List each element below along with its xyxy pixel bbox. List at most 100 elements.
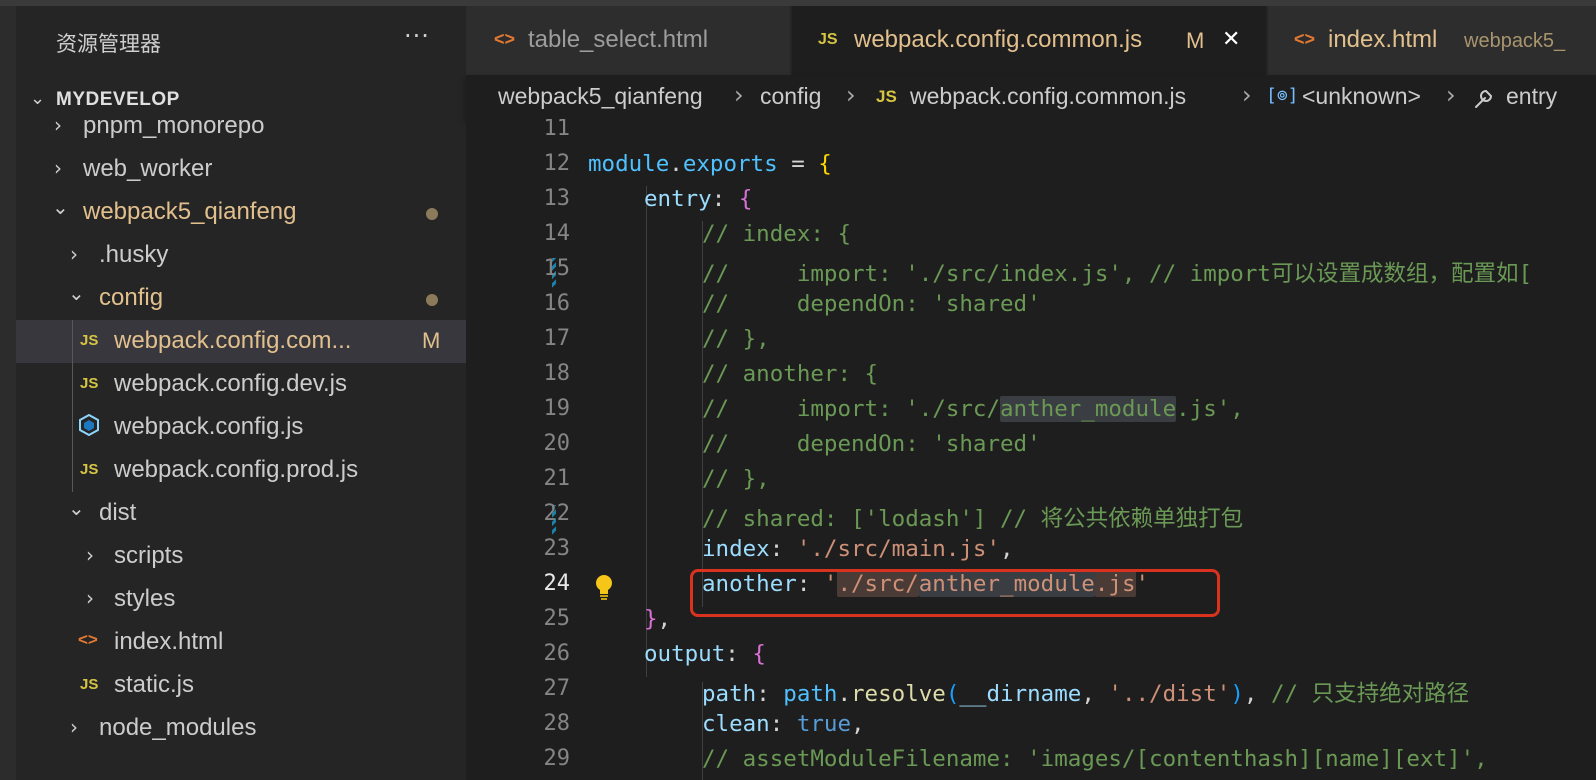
tree-file-static-js[interactable]: JS static.js xyxy=(16,664,466,707)
tree-folder-web-worker[interactable]: › web_worker xyxy=(16,148,466,191)
tab-label: webpack.config.common.js xyxy=(854,26,1143,53)
line-number: 16 xyxy=(543,291,571,316)
tab-webpack-config-common[interactable]: JS webpack.config.common.js M ✕ xyxy=(792,6,1266,75)
line-number: 25 xyxy=(543,606,571,631)
indent-guide xyxy=(72,320,73,492)
workspace-title: MYDEVELOP xyxy=(56,89,180,110)
code-comment: // import: './src/index.js', // import可以… xyxy=(702,261,1532,287)
line-number: 13 xyxy=(543,186,571,211)
code-editor[interactable]: 11 12 module.exports = { 13 entry: { 14 … xyxy=(466,119,1596,780)
line-number: 29 xyxy=(543,746,571,771)
tree-folder-dist[interactable]: ⌄ dist xyxy=(16,492,466,535)
modified-dot-icon xyxy=(426,294,438,306)
chevron-down-icon: ⌄ xyxy=(30,88,46,109)
wrench-icon xyxy=(1470,85,1496,116)
chevron-right-icon: › xyxy=(70,242,78,266)
tab-index-html[interactable]: <> index.html webpack5_ xyxy=(1268,6,1596,75)
tree-folder-husky[interactable]: › .husky xyxy=(16,234,466,277)
line-number: 20 xyxy=(543,431,571,456)
tree-file-webpack-config-common[interactable]: JS webpack.config.com... M xyxy=(16,320,466,363)
tree-label: dist xyxy=(99,499,137,526)
workspace-header[interactable]: ⌄ MYDEVELOP xyxy=(16,84,466,118)
close-icon[interactable]: ✕ xyxy=(1222,26,1240,52)
tree-folder-config[interactable]: ⌄ config xyxy=(16,277,466,320)
tab-label: index.html xyxy=(1328,26,1438,53)
line-number: 17 xyxy=(543,326,571,351)
tree-label: static.js xyxy=(114,671,195,698)
chevron-right-icon: › xyxy=(734,81,744,109)
tree-label: index.html xyxy=(114,628,224,655)
code-text: }, xyxy=(644,606,672,632)
js-file-icon: JS xyxy=(80,676,99,693)
tree-label: .husky xyxy=(99,241,169,268)
code-comment: // import: './src/anther_module.js', xyxy=(702,396,1244,422)
line-number: 27 xyxy=(543,676,571,701)
tree-file-webpack-config-prod[interactable]: JS webpack.config.prod.js xyxy=(16,449,466,492)
js-file-icon: JS xyxy=(80,461,99,478)
code-line: 17 // }, xyxy=(466,324,1596,359)
tree-label: web_worker xyxy=(83,155,213,182)
code-line: 18 // another: { xyxy=(466,359,1596,394)
tree-folder-styles[interactable]: › styles xyxy=(16,578,466,621)
breadcrumb-file[interactable]: webpack.config.common.js xyxy=(910,83,1186,110)
code-line: 12 module.exports = { xyxy=(466,149,1596,184)
code-line: 23 index: './src/main.js', xyxy=(466,534,1596,569)
js-file-icon: JS xyxy=(80,375,99,392)
line-number: 15 xyxy=(543,256,571,281)
tree-file-index-html[interactable]: <> index.html xyxy=(16,621,466,664)
code-comment: // another: { xyxy=(702,361,879,387)
js-file-icon: JS xyxy=(818,31,838,48)
code-line: 29 // assetModuleFilename: 'images/[cont… xyxy=(466,744,1596,779)
code-line: 27 path: path.resolve(__dirname, '../dis… xyxy=(466,674,1596,709)
breadcrumb-symbol[interactable]: <unknown> xyxy=(1302,83,1421,110)
tree-label: webpack.config.js xyxy=(114,413,304,440)
chevron-down-icon: ⌄ xyxy=(68,496,85,520)
line-number: 28 xyxy=(543,711,571,736)
symbol-icon: [⊚] xyxy=(1266,85,1299,106)
code-line: 14 // index: { xyxy=(466,219,1596,254)
tree-folder-partial[interactable] xyxy=(16,750,466,780)
tree-label: scripts xyxy=(114,542,184,569)
chevron-right-icon: › xyxy=(1446,81,1456,109)
line-number: 19 xyxy=(543,396,571,421)
line-number: 12 xyxy=(543,151,571,176)
chevron-right-icon: › xyxy=(846,81,856,109)
line-number: 14 xyxy=(543,221,571,246)
code-comment: // assetModuleFilename: 'images/[content… xyxy=(702,746,1488,772)
code-text: entry: { xyxy=(644,186,753,212)
chevron-right-icon: › xyxy=(86,543,94,567)
line-number: 26 xyxy=(543,641,571,666)
tree-file-webpack-config[interactable]: webpack.config.js xyxy=(16,406,466,449)
html-file-icon: <> xyxy=(1294,29,1316,49)
modified-dot-icon xyxy=(426,208,438,220)
tree-label: webpack.config.prod.js xyxy=(114,456,359,483)
line-number: 24 xyxy=(543,571,571,596)
code-line: 20 // dependOn: 'shared' xyxy=(466,429,1596,464)
code-line: 19 // import: './src/anther_module.js', xyxy=(466,394,1596,429)
line-number: 18 xyxy=(543,361,571,386)
html-file-icon: <> xyxy=(78,630,98,649)
activity-bar-edge xyxy=(0,6,16,780)
code-line: 16 // dependOn: 'shared' xyxy=(466,289,1596,324)
code-text: index: './src/main.js', xyxy=(702,536,1014,562)
modified-badge: M xyxy=(422,328,441,353)
code-text: module.exports = { xyxy=(588,151,832,177)
breadcrumb-root[interactable]: webpack5_qianfeng xyxy=(498,83,703,110)
tree-folder-scripts[interactable]: › scripts xyxy=(16,535,466,578)
line-number: 11 xyxy=(543,119,571,141)
breadcrumb-entry[interactable]: entry xyxy=(1506,83,1557,110)
more-actions-icon[interactable]: ··· xyxy=(404,22,430,50)
breadcrumb: webpack5_qianfeng › config › JS webpack.… xyxy=(466,75,1596,119)
chevron-right-icon: › xyxy=(1242,81,1252,109)
breadcrumb-folder[interactable]: config xyxy=(760,83,821,110)
tree-folder-node-modules[interactable]: › node_modules xyxy=(16,707,466,750)
tree-folder-webpack5-qianfeng[interactable]: ⌄ webpack5_qianfeng xyxy=(16,191,466,234)
tree-file-webpack-config-dev[interactable]: JS webpack.config.dev.js xyxy=(16,363,466,406)
code-comment: // index: { xyxy=(702,221,852,247)
code-line: 11 xyxy=(466,119,1596,149)
lightbulb-icon[interactable] xyxy=(594,574,614,600)
code-line: 26 output: { xyxy=(466,639,1596,674)
tab-bar: <> table_select.html JS webpack.config.c… xyxy=(466,6,1596,75)
js-file-icon: JS xyxy=(876,87,897,106)
tab-table-select-html[interactable]: <> table_select.html xyxy=(466,6,790,75)
